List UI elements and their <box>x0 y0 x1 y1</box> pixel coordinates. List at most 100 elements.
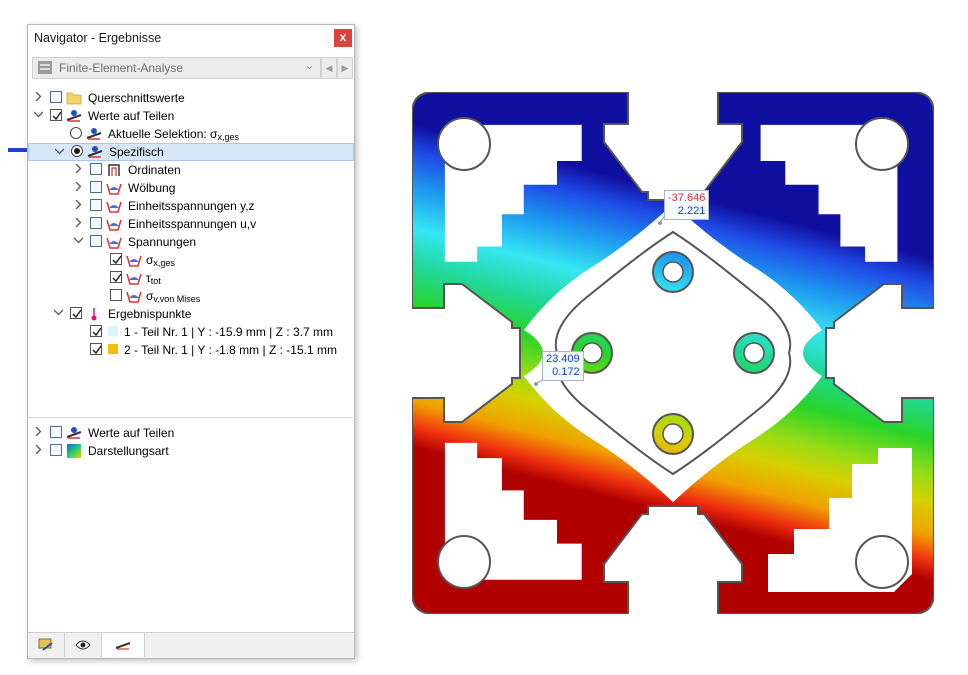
tab-data[interactable] <box>28 633 65 657</box>
result-label-point-2: 23.409 0.172 <box>542 351 584 381</box>
checkbox[interactable] <box>110 289 122 301</box>
radio-button-selected[interactable] <box>71 145 83 157</box>
ordinate-icon <box>108 164 120 176</box>
label-value-tau: 0.172 <box>552 366 580 378</box>
chevron-right-icon[interactable] <box>74 218 83 227</box>
tab-view[interactable] <box>65 633 102 657</box>
result-point-icon <box>91 308 97 321</box>
tree-item-ergebnispunkte[interactable]: Ergebnispunkte <box>28 305 354 323</box>
chevron-down-icon[interactable] <box>55 147 64 156</box>
tree-item-label: τtot <box>146 271 161 286</box>
chevron-right-icon[interactable] <box>34 92 43 101</box>
checkbox[interactable] <box>90 163 102 175</box>
chevron-down-icon[interactable] <box>34 110 43 119</box>
checkbox-checked[interactable] <box>70 307 82 319</box>
tree-item-label: 2 - Teil Nr. 1 | Y : -1.8 mm | Z : -15.1… <box>124 343 337 357</box>
close-button[interactable]: x <box>334 29 352 47</box>
tree-item-querschnittswerte[interactable]: Querschnittswerte <box>28 89 354 107</box>
tree-item-result-point-2[interactable]: 2 - Teil Nr. 1 | Y : -1.8 mm | Z : -15.1… <box>28 341 354 359</box>
eye-icon <box>75 640 91 650</box>
stress-icon <box>106 219 122 231</box>
checkbox-checked[interactable] <box>110 271 122 283</box>
tree-item-label: Wölbung <box>128 181 176 195</box>
checkbox[interactable] <box>90 181 102 193</box>
checkbox-checked[interactable] <box>90 343 102 355</box>
tree-item-spezifisch[interactable]: Spezifisch <box>28 143 354 161</box>
tree-item-label: Einheitsspannungen y,z <box>128 199 255 213</box>
tree-item-label: Ergebnispunkte <box>108 307 192 321</box>
result-label-point-1: -37.646 2.221 <box>664 190 710 220</box>
chevron-right-icon[interactable] <box>34 445 43 454</box>
analysis-icon <box>38 61 52 74</box>
tree-item-label: σv,von Mises <box>146 289 201 304</box>
tree-item-label: Werte auf Teilen <box>88 109 175 123</box>
tree-item-werte-auf-teilen[interactable]: Werte auf Teilen <box>28 107 354 125</box>
window-title: Navigator - Ergebnisse <box>34 31 162 45</box>
stress-contour-diagram <box>412 92 934 614</box>
data-icon <box>38 638 53 651</box>
tree-item-sigma-x-ges[interactable]: σx,ges <box>28 251 354 269</box>
tree-item-aktuelle-selektion[interactable]: Aktuelle Selektion: σx,ges <box>28 125 354 143</box>
stress-icon <box>126 273 142 285</box>
navigator-panel: Navigator - Ergebnisse x Finite-Element-… <box>27 24 355 659</box>
tree-item-result-point-1[interactable]: 1 - Teil Nr. 1 | Y : -15.9 mm | Z : 3.7 … <box>28 323 354 341</box>
tree-item-ordinaten[interactable]: Ordinaten <box>28 161 354 179</box>
chevron-down-icon[interactable] <box>54 308 63 317</box>
stress-icon <box>106 237 122 249</box>
bottom-tab-bar <box>28 632 354 658</box>
radio-button[interactable] <box>70 127 82 139</box>
color-swatch <box>108 344 118 354</box>
tree-item-sigma-von-mises[interactable]: σv,von Mises <box>28 287 354 305</box>
analysis-dropdown[interactable]: Finite-Element-Analyse ⌄ <box>32 57 321 79</box>
chevron-down-icon: ⌄ <box>304 60 314 72</box>
checkbox[interactable] <box>90 217 102 229</box>
chevron-right-icon[interactable] <box>34 427 43 436</box>
tree-item-label: 1 - Teil Nr. 1 | Y : -15.9 mm | Z : 3.7 … <box>124 325 333 339</box>
checkbox[interactable] <box>50 91 62 103</box>
tree-item-einheitsspannungen-yz[interactable]: Einheitsspannungen y,z <box>28 197 354 215</box>
tree-item-darstellungsart[interactable]: Darstellungsart <box>28 442 354 460</box>
divider <box>28 417 354 418</box>
folder-icon <box>66 92 82 105</box>
tree-item-woelbung[interactable]: Wölbung <box>28 179 354 197</box>
checkbox-checked[interactable] <box>110 253 122 265</box>
checkbox[interactable] <box>90 199 102 211</box>
checkbox-checked[interactable] <box>90 325 102 337</box>
tree-item-label: Querschnittswerte <box>88 91 185 105</box>
checkbox-checked[interactable] <box>50 109 62 121</box>
result-point-marker <box>658 221 662 225</box>
tree-item-label: σx,ges <box>146 253 175 268</box>
tree-item-einheitsspannungen-uv[interactable]: Einheitsspannungen u,v <box>28 215 354 233</box>
tab-results[interactable] <box>102 633 145 657</box>
previous-button[interactable]: ◀ <box>321 57 337 79</box>
stress-icon <box>106 201 122 213</box>
tree-item-label: Spannungen <box>128 235 197 249</box>
member-results-icon <box>86 128 102 140</box>
chevron-right-icon[interactable] <box>74 182 83 191</box>
tree-item-tau-tot[interactable]: τtot <box>28 269 354 287</box>
stress-icon <box>126 255 142 267</box>
chevron-right-icon[interactable] <box>74 200 83 209</box>
tree-item-werte-auf-teilen-2[interactable]: Werte auf Teilen <box>28 424 354 442</box>
tree-item-label: Aktuelle Selektion: σx,ges <box>108 127 239 142</box>
tree-item-label: Ordinaten <box>128 163 181 177</box>
tree-item-label: Werte auf Teilen <box>88 426 175 440</box>
tree-item-spannungen[interactable]: Spannungen <box>28 233 354 251</box>
analysis-dropdown-value: Finite-Element-Analyse <box>59 61 184 75</box>
label-value-sigma: -37.646 <box>668 192 706 204</box>
chevron-down-icon[interactable] <box>74 236 83 245</box>
chevron-right-icon[interactable] <box>74 164 83 173</box>
next-button[interactable]: ▶ <box>337 57 353 79</box>
tree-item-label: Darstellungsart <box>88 444 169 458</box>
checkbox[interactable] <box>50 444 62 456</box>
result-point-marker <box>534 382 538 386</box>
display-type-icon <box>67 444 81 458</box>
label-value-tau: 2.221 <box>677 205 706 217</box>
checkbox[interactable] <box>90 235 102 247</box>
tree-item-label: Einheitsspannungen u,v <box>128 217 257 231</box>
label-value-sigma: 23.409 <box>546 353 580 365</box>
checkbox[interactable] <box>50 426 62 438</box>
results-icon <box>115 642 131 650</box>
stress-icon <box>106 183 122 195</box>
tree-item-label: Spezifisch <box>109 145 164 159</box>
